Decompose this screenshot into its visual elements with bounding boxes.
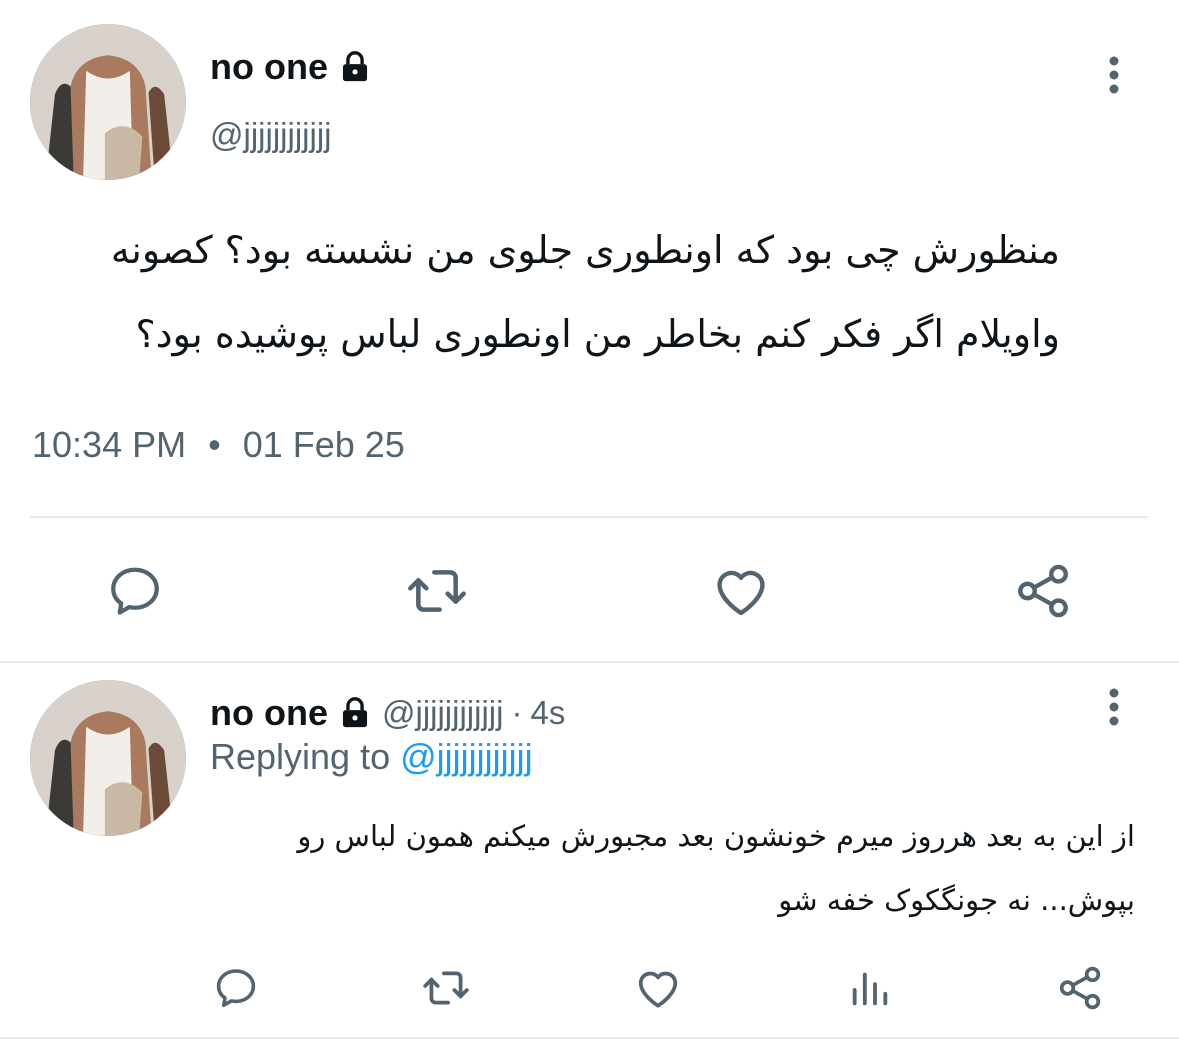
heart-icon xyxy=(638,971,678,1008)
retweet-button[interactable] xyxy=(418,960,474,1016)
replying-to-label: Replying to xyxy=(210,736,391,777)
share-icon xyxy=(1018,564,1068,618)
heart-icon xyxy=(717,570,765,616)
retweet-icon xyxy=(423,971,469,1005)
bottom-divider xyxy=(0,1037,1179,1039)
share-button[interactable] xyxy=(1006,556,1080,626)
avatar-image xyxy=(30,680,186,836)
main-tweet: no one @jjjjjjjjjjjj منظورش چی بود که او… xyxy=(0,0,1179,662)
divider xyxy=(30,516,1148,518)
lock-icon xyxy=(338,696,372,730)
reply-text-line: بپوش... نه جونگکوک خفه شو xyxy=(778,883,1135,917)
retweet-button[interactable] xyxy=(400,556,474,626)
reply-icon xyxy=(216,969,256,1007)
display-name[interactable]: no one xyxy=(210,46,328,88)
section-divider xyxy=(0,661,1179,663)
author-handle[interactable]: @jjjjjjjjjjjj xyxy=(210,116,331,154)
avatar-image xyxy=(30,24,186,180)
analytics-icon xyxy=(852,972,888,1006)
more-vertical-icon[interactable] xyxy=(1104,56,1124,96)
author-handle[interactable]: @jjjjjjjjjjjj xyxy=(382,694,503,732)
tweet-text-line: واویلام اگر فکر کنم بخاطر من اونطوری لبا… xyxy=(135,312,1060,356)
retweet-icon xyxy=(408,570,466,612)
time-separator: · xyxy=(511,694,523,731)
tweet-text: منظورش چی بود که اونطوری جلوی من نشسته ب… xyxy=(30,208,1060,376)
more-vertical-icon[interactable] xyxy=(1104,688,1124,728)
tweet-text-line: منظورش چی بود که اونطوری جلوی من نشسته ب… xyxy=(110,228,1060,272)
author-name-row: no one xyxy=(210,46,372,88)
avatar[interactable] xyxy=(30,24,186,180)
reply-text: از این به بعد هرروز میرم خونشون بعد مجبو… xyxy=(210,804,1135,932)
tweet-age[interactable]: 4s xyxy=(530,694,565,732)
share-button[interactable] xyxy=(1052,960,1108,1016)
like-button[interactable] xyxy=(704,556,778,626)
reply-button[interactable] xyxy=(98,556,172,626)
reply-icon xyxy=(111,567,159,615)
tweet-date: 01 Feb 25 xyxy=(242,424,405,465)
like-button[interactable] xyxy=(630,960,686,1016)
reply-button[interactable] xyxy=(208,960,264,1016)
lock-icon xyxy=(338,50,372,84)
tweet-time: 10:34 PM xyxy=(32,424,187,465)
replying-to-handle[interactable]: @jjjjjjjjjjjj xyxy=(400,736,533,777)
display-name[interactable]: no one xyxy=(210,692,328,734)
reply-text-line: از این به بعد هرروز میرم خونشون بعد مجبو… xyxy=(297,819,1135,853)
avatar[interactable] xyxy=(30,680,186,836)
reply-author-row: no one @jjjjjjjjjjjj · 4s xyxy=(210,692,565,734)
share-icon xyxy=(1059,966,1101,1010)
timestamp[interactable]: 10:34 PM • 01 Feb 25 xyxy=(32,424,405,466)
views-button[interactable] xyxy=(842,960,898,1016)
replying-to: Replying to @jjjjjjjjjjjj xyxy=(210,736,533,778)
separator: • xyxy=(208,424,221,465)
